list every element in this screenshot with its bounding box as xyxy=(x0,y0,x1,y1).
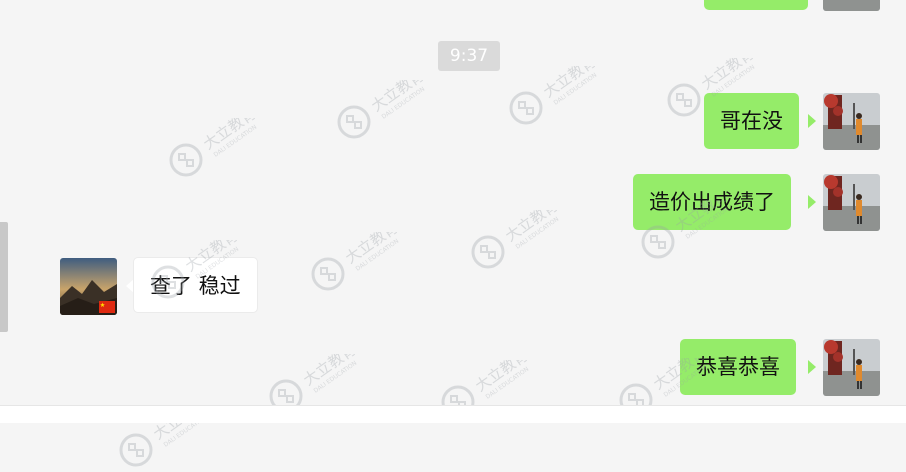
watermark-name: 大立教育 xyxy=(200,118,259,153)
scrollbar-thumb[interactable] xyxy=(0,222,8,332)
message-input-area[interactable] xyxy=(0,405,906,423)
dali-logo-icon xyxy=(337,105,371,139)
watermark-subtitle: DALI EDUCATION xyxy=(355,238,401,273)
my-message-bubble[interactable]: 哥在没 xyxy=(704,93,799,149)
my-avatar[interactable] xyxy=(823,0,880,11)
my-avatar[interactable] xyxy=(823,339,880,396)
my-avatar[interactable] xyxy=(823,174,880,231)
watermark: 大立教育 DALI EDUCATION xyxy=(508,52,628,130)
watermark-name: 大立教育 xyxy=(540,66,599,101)
dali-logo-icon xyxy=(169,143,203,177)
watermark-subtitle: DALI EDUCATION xyxy=(553,72,599,107)
watermark-subtitle: DALI EDUCATION xyxy=(381,86,427,121)
watermark: 大立教育 DALI EDUCATION xyxy=(336,66,456,144)
my-message-bubble[interactable]: 恭喜恭喜 xyxy=(680,339,796,395)
dali-logo-icon xyxy=(641,225,675,259)
watermark-subtitle: DALI EDUCATION xyxy=(485,366,531,401)
watermark: 大立教育 DALI EDUCATION xyxy=(310,218,430,296)
bubble-tail xyxy=(808,114,816,128)
chat-message-area[interactable]: 9:37 哥在没 造价出成绩了 查了 稳过 恭喜恭喜 大立教育 DALI EDU… xyxy=(0,0,906,467)
photo-avatar-icon xyxy=(823,0,880,11)
watermark-name: 大立教育 xyxy=(472,360,531,395)
china-flag-icon xyxy=(99,301,115,313)
previous-message-bubble[interactable] xyxy=(704,0,808,10)
watermark-name: 大立教育 xyxy=(342,232,401,267)
photo-avatar-icon xyxy=(823,174,880,231)
watermark-name: 大立教育 xyxy=(698,58,757,93)
dali-logo-icon xyxy=(667,83,701,117)
dali-logo-icon xyxy=(311,257,345,291)
dali-logo-icon xyxy=(471,235,505,269)
watermark-subtitle: DALI EDUCATION xyxy=(313,360,359,395)
timestamp-label: 9:37 xyxy=(438,41,500,71)
watermark-subtitle: DALI EDUCATION xyxy=(515,216,561,251)
contact-avatar[interactable] xyxy=(60,258,117,315)
dali-logo-icon xyxy=(119,433,153,467)
my-avatar[interactable] xyxy=(823,93,880,150)
contact-message-bubble[interactable]: 查了 稳过 xyxy=(133,257,258,313)
watermark: 大立教育 DALI EDUCATION xyxy=(168,104,288,182)
my-message-bubble[interactable]: 造价出成绩了 xyxy=(633,174,791,230)
bubble-tail xyxy=(808,360,816,374)
watermark-name: 大立教育 xyxy=(502,210,561,245)
dali-logo-icon xyxy=(509,91,543,125)
bubble-tail xyxy=(808,195,816,209)
watermark: 大立教育 DALI EDUCATION xyxy=(470,196,590,274)
photo-avatar-icon xyxy=(823,93,880,150)
watermark-name: 大立教育 xyxy=(300,354,359,389)
watermark-name: 大立教育 xyxy=(368,80,427,115)
photo-avatar-icon xyxy=(823,339,880,396)
watermark-subtitle: DALI EDUCATION xyxy=(213,124,259,159)
